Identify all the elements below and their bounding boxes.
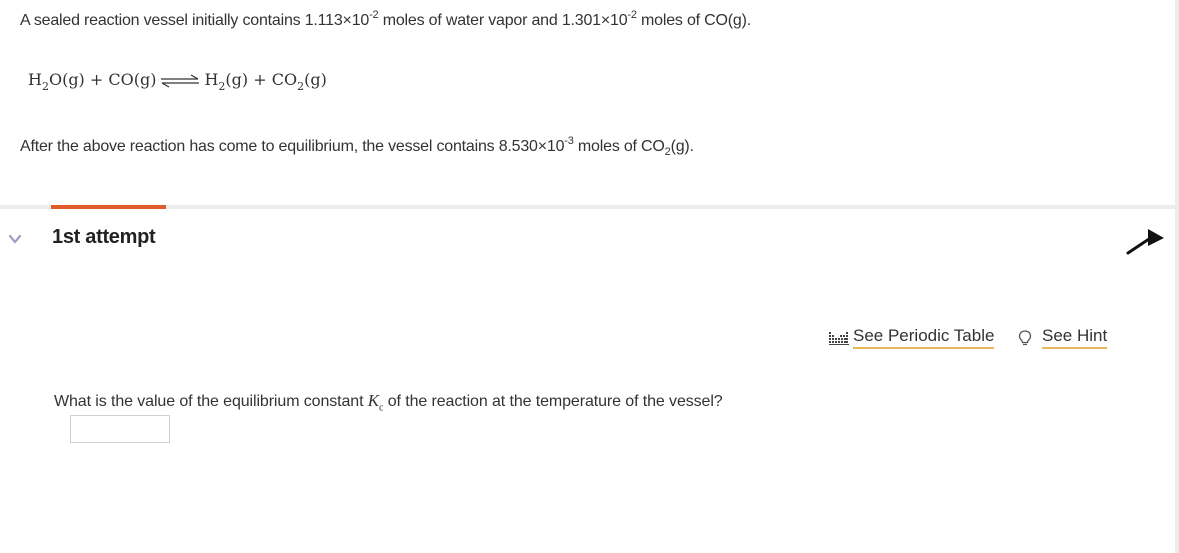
plus-sign: +: [248, 70, 272, 89]
reactant1-rest: O(g): [48, 70, 85, 89]
section-divider: [0, 205, 1175, 209]
question-text: What is the value of the equilibrium con…: [54, 391, 723, 413]
after-text-3: (g).: [670, 138, 694, 155]
product1-subscript: 2: [218, 80, 226, 93]
equilibrium-arrow-icon: [161, 74, 200, 88]
attempt-tab-indicator: [51, 205, 166, 209]
kc-symbol: Kc: [367, 391, 384, 413]
attempt-title[interactable]: 1st attempt: [52, 226, 156, 249]
intro-exponent-1: -2: [369, 8, 379, 21]
plus-sign: +: [84, 70, 109, 89]
hint-link[interactable]: See Hint: [1042, 326, 1108, 349]
question-text-2: of the reaction at the temperature of th…: [383, 393, 723, 410]
reactant2: CO(g): [108, 70, 157, 89]
product1-rest: (g): [225, 70, 249, 89]
intro-exponent-2: -2: [627, 8, 637, 21]
periodic-table-tool[interactable]: See Periodic Table: [829, 326, 995, 349]
product2-subscript: 2: [297, 80, 305, 93]
problem-intro: A sealed reaction vessel initially conta…: [20, 8, 751, 30]
after-text-2: moles of CO: [573, 138, 665, 155]
chevron-down-icon[interactable]: [8, 232, 22, 246]
product2-symbol: CO: [271, 70, 298, 89]
question-text-1: What is the value of the equilibrium con…: [54, 393, 368, 410]
reactant1-symbol: H: [28, 70, 42, 89]
reactant1-subscript: 2: [41, 80, 49, 93]
periodic-table-link[interactable]: See Periodic Table: [853, 326, 995, 349]
intro-text-3: moles of CO(g).: [636, 12, 751, 29]
intro-text-2: moles of water vapor and 1.301×10: [378, 12, 628, 29]
right-edge-border: [1175, 0, 1179, 553]
lightbulb-icon: [1018, 329, 1032, 345]
intro-text-1: A sealed reaction vessel initially conta…: [20, 12, 370, 29]
answer-input[interactable]: [70, 415, 170, 443]
kc-main: K: [367, 391, 380, 410]
after-text-1: After the above reaction has come to equ…: [20, 138, 565, 155]
equilibrium-statement: After the above reaction has come to equ…: [20, 134, 694, 158]
hint-tool[interactable]: See Hint: [1016, 326, 1108, 349]
pointer-arrow-icon: [1126, 229, 1164, 255]
problem-statement: A sealed reaction vessel initially conta…: [0, 0, 1175, 205]
periodic-table-icon: [829, 331, 849, 345]
reaction-equation: H 2 O(g) + CO(g) H 2 (g) + CO 2 (g): [28, 70, 327, 93]
product1-symbol: H: [204, 70, 219, 89]
product2-rest: (g): [304, 70, 327, 89]
after-exponent: -3: [564, 134, 574, 147]
